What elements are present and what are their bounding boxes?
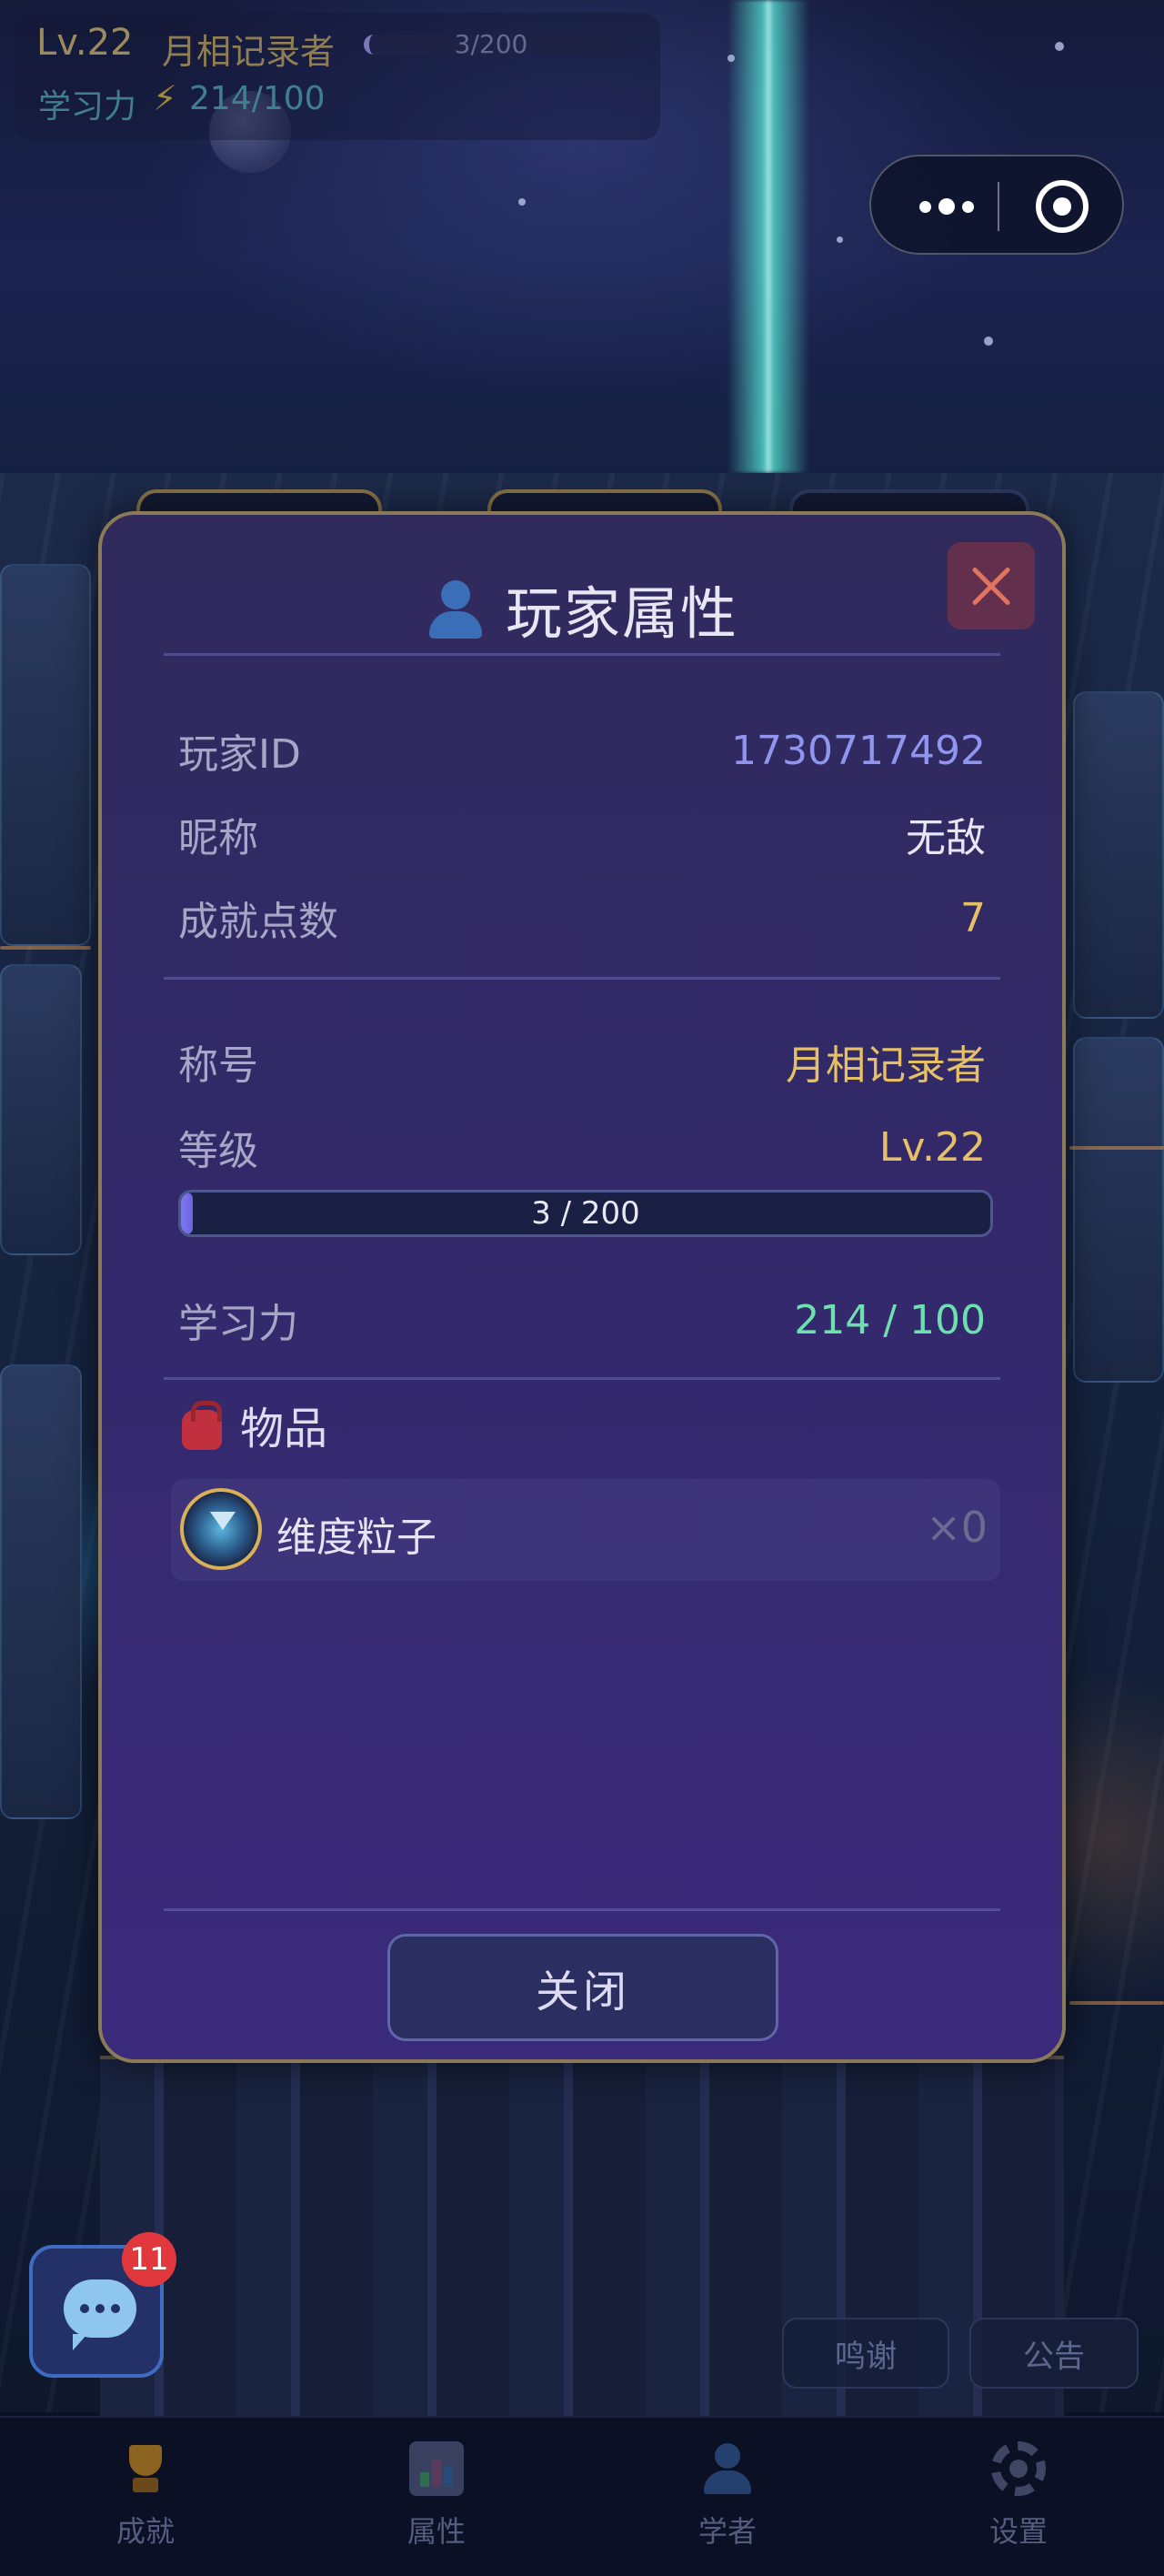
inventory-item[interactable]: 维度粒子 ×0	[171, 1479, 1000, 1581]
item-name: 维度粒子	[276, 1514, 436, 1561]
nav-label: 设置	[988, 2514, 1048, 2549]
player-attributes-modal: 玩家属性 玩家ID 1730717492 昵称 无敌 成就点数 7 称号 月相记…	[98, 511, 1066, 2063]
hud-title: 月相记录者	[162, 32, 336, 72]
item-count: ×0	[926, 1503, 988, 1552]
dimension-particle-icon	[180, 1488, 262, 1570]
nav-item-scholars[interactable]: 学者	[582, 2418, 873, 2576]
star	[837, 236, 843, 243]
chat-dot	[111, 2304, 120, 2313]
capsule-divider	[998, 182, 999, 231]
gear-icon	[991, 2441, 1046, 2496]
modal-title: 玩家属性	[505, 580, 738, 647]
trophy-icon	[118, 2441, 173, 2496]
modal-header: 玩家属性	[102, 568, 1062, 649]
building	[1073, 691, 1164, 1019]
backpack-icon	[178, 1399, 226, 1450]
achievement-row: 成就点数 7	[178, 886, 986, 950]
nav-item-settings[interactable]: 设置	[873, 2418, 1164, 2576]
building	[1073, 1037, 1164, 1383]
nickname-row: 昵称 无敌	[178, 802, 986, 866]
glow-line	[0, 946, 91, 950]
exp-progress-text: 3 / 200	[531, 1195, 640, 1232]
light-beam	[728, 0, 809, 473]
chat-dot	[80, 2304, 89, 2313]
divider	[164, 1908, 1000, 1911]
glow-line	[1069, 2001, 1164, 2005]
nav-item-achievements[interactable]: 成就	[0, 2418, 291, 2576]
player-id-label: 玩家ID	[178, 731, 301, 778]
achievement-label: 成就点数	[178, 899, 338, 945]
power-row: 学习力 214 / 100	[178, 1288, 986, 1352]
building	[0, 564, 91, 946]
player-id-value: 1730717492	[731, 727, 986, 774]
divider	[164, 977, 1000, 980]
rank-row: 称号 月相记录者	[178, 1030, 986, 1093]
close-icon[interactable]	[948, 542, 1035, 629]
nav-item-attributes[interactable]: 属性	[291, 2418, 582, 2576]
power-value: 214 / 100	[794, 1296, 986, 1343]
unread-badge: 11	[122, 2232, 176, 2287]
nav-label: 学者	[697, 2514, 757, 2549]
star	[1055, 42, 1064, 51]
level-row: 等级 Lv.22	[178, 1115, 986, 1179]
chat-icon	[64, 2279, 136, 2350]
more-options-icon[interactable]	[906, 186, 988, 227]
nav-label: 成就	[115, 2514, 175, 2549]
divider	[164, 1377, 1000, 1380]
hud-power-label: 学习力	[38, 88, 137, 126]
level-value: Lv.22	[878, 1123, 986, 1171]
close-button[interactable]: 关闭	[387, 1934, 778, 2041]
rank-label: 称号	[178, 1042, 258, 1089]
hud-level: Lv.22	[36, 22, 134, 64]
bar-chart-icon	[409, 2441, 464, 2496]
divider	[164, 653, 1000, 656]
glow-line	[1069, 1146, 1164, 1150]
player-id-row: 玩家ID 1730717492	[178, 719, 986, 782]
items-header: 物品	[178, 1388, 327, 1461]
building	[0, 1364, 82, 1819]
level-label: 等级	[178, 1128, 258, 1174]
nickname-value: 无敌	[906, 815, 986, 861]
hud-power-value: 214/100	[189, 80, 326, 117]
power-label: 学习力	[178, 1301, 298, 1347]
thanks-button[interactable]: 鸣谢	[782, 2318, 949, 2389]
scholar-icon	[700, 2441, 755, 2496]
star	[518, 198, 526, 206]
items-title: 物品	[240, 1404, 328, 1454]
star	[984, 337, 993, 346]
lightning-icon: ⚡	[153, 78, 177, 118]
person-icon	[426, 579, 486, 639]
achievement-value: 7	[960, 894, 986, 941]
nickname-label: 昵称	[178, 815, 258, 861]
miniprogram-capsule	[869, 155, 1124, 255]
close-miniprogram-icon[interactable]	[1036, 180, 1089, 233]
building	[0, 964, 82, 1255]
notice-button[interactable]: 公告	[969, 2318, 1139, 2389]
game-screen: Lv.22 月相记录者 3/200 学习力 ⚡ 214/100 玩家属性 玩家I…	[0, 0, 1164, 2576]
rank-value: 月相记录者	[786, 1042, 986, 1089]
nav-label: 属性	[406, 2514, 466, 2549]
chat-dot	[95, 2304, 105, 2313]
bottom-nav: 成就 属性 学者 设置	[0, 2416, 1164, 2576]
exp-progress-bar: 3 / 200	[178, 1190, 993, 1237]
hud-exp-text: 3/200	[454, 29, 528, 59]
